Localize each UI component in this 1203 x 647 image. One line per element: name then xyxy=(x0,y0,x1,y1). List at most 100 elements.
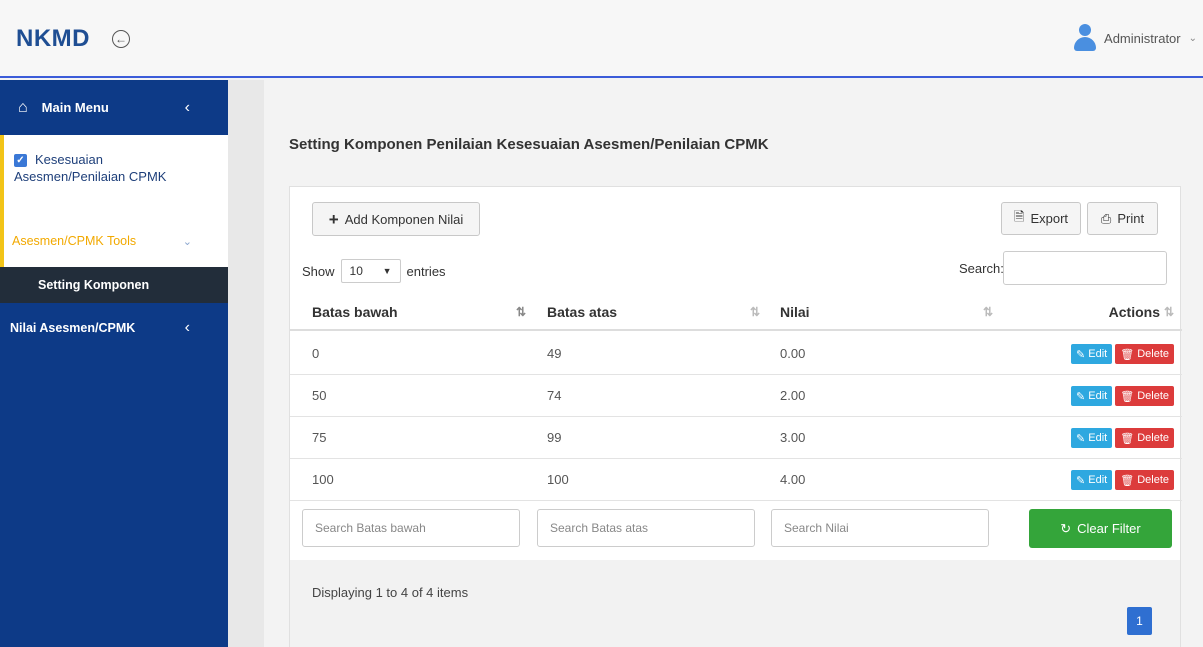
cell-nilai: 4.00 xyxy=(780,472,806,487)
sidebar-subitem-setting-komponen[interactable]: Setting Komponen xyxy=(0,267,228,303)
table-header: Batas bawah ⇅ Batas atas ⇅ Nilai ⇅ Actio… xyxy=(290,295,1182,331)
cell-batas-bawah: 100 xyxy=(312,472,334,487)
cell-batas-atas: 99 xyxy=(547,430,562,445)
cell-nilai: 0.00 xyxy=(780,346,806,361)
search-label: Search: xyxy=(959,261,1004,276)
user-menu[interactable]: Administrator ⌄ xyxy=(1074,24,1197,52)
page-size-select[interactable]: 10 ▼ xyxy=(340,259,401,283)
export-button[interactable]: 🗎 Export xyxy=(1001,202,1081,235)
plus-icon: + xyxy=(328,209,339,229)
edit-button[interactable]: ✎ Edit xyxy=(1071,428,1113,448)
trash-icon: 🗑 xyxy=(1120,348,1135,361)
page-size-control: Show 10 ▼ entries xyxy=(302,259,446,283)
sidebar-item-label-line2: Asesmen/Penilaian CPMK xyxy=(14,169,167,184)
table-card: + Add Komponen Nilai 🗎 Export ⎙ Print Sh… xyxy=(289,186,1182,647)
column-header-batas-atas[interactable]: Batas atas xyxy=(547,295,617,329)
sort-icon[interactable]: ⇅ xyxy=(1164,305,1174,319)
cell-batas-atas: 49 xyxy=(547,346,562,361)
sidebar-item-label-line1: Kesesuaian xyxy=(35,152,103,167)
user-name: Administrator xyxy=(1104,30,1181,46)
print-button[interactable]: ⎙ Print xyxy=(1087,202,1158,235)
trash-icon: 🗑 xyxy=(1120,474,1135,487)
filter-nilai-input[interactable]: Search Nilai xyxy=(771,509,989,547)
search-input[interactable] xyxy=(1003,251,1167,285)
cell-batas-atas: 100 xyxy=(547,472,569,487)
sort-icon[interactable]: ⇅ xyxy=(750,305,760,319)
filter-batas-atas-input[interactable]: Search Batas atas xyxy=(537,509,755,547)
entries-label: entries xyxy=(406,263,446,279)
page-size-value: 10 xyxy=(349,264,363,278)
column-header-actions[interactable]: Actions xyxy=(1109,295,1160,329)
clear-filter-button[interactable]: ↻ Clear Filter xyxy=(1029,509,1172,548)
cell-batas-bawah: 0 xyxy=(312,346,320,361)
delete-label: Delete xyxy=(1137,474,1169,486)
add-komponen-label: Add Komponen Nilai xyxy=(344,211,464,227)
content-gutter xyxy=(228,80,264,647)
sidebar: ⌂ Main Menu ‹ ✓ Kesesuaian Asesmen/Penila… xyxy=(0,80,228,647)
print-icon: ⎙ xyxy=(1100,210,1112,226)
sidebar-item-label: Nilai Asesmen/CPMK xyxy=(10,321,136,335)
sidebar-toggle-icon[interactable]: ← xyxy=(112,30,130,48)
chevron-down-icon: ⌄ xyxy=(182,236,192,248)
table-footer xyxy=(290,560,1180,647)
column-header-nilai[interactable]: Nilai xyxy=(780,295,810,329)
sidebar-item-main-menu[interactable]: ⌂ Main Menu ‹ xyxy=(0,80,228,135)
avatar-icon xyxy=(1074,24,1097,52)
edit-label: Edit xyxy=(1088,348,1108,360)
sidebar-item-tools[interactable]: Asesmen/CPMK Tools ⌄ xyxy=(0,215,228,267)
delete-button[interactable]: 🗑 Delete xyxy=(1115,386,1174,406)
checkbox-icon: ✓ xyxy=(14,154,27,168)
pencil-icon: ✎ xyxy=(1076,348,1086,361)
sort-icon[interactable]: ⇅ xyxy=(983,305,993,319)
sidebar-item-kesesuaian[interactable]: ✓ Kesesuaian Asesmen/Penilaian CPMK xyxy=(0,135,228,215)
table-row: 75 99 3.00 ✎ Edit 🗑 Delete xyxy=(290,417,1182,459)
table-row: 50 74 2.00 ✎ Edit 🗑 Delete xyxy=(290,375,1182,417)
delete-button[interactable]: 🗑 Delete xyxy=(1115,428,1174,448)
export-icon: 🗎 xyxy=(1013,208,1025,224)
pencil-icon: ✎ xyxy=(1076,474,1086,487)
sort-asc-icon[interactable]: ⇅ xyxy=(516,305,526,319)
dropdown-arrow-icon: ▼ xyxy=(382,266,392,276)
sidebar-item-label: Asesmen/CPMK Tools xyxy=(12,234,137,248)
pagination-page-1[interactable]: 1 xyxy=(1127,607,1152,635)
pencil-icon: ✎ xyxy=(1076,432,1086,445)
brand-logo[interactable]: NKMD xyxy=(16,25,90,53)
edit-button[interactable]: ✎ Edit xyxy=(1071,470,1113,490)
add-komponen-button[interactable]: + Add Komponen Nilai xyxy=(312,202,480,236)
sidebar-item-label: Main Menu xyxy=(41,100,109,115)
row-actions: ✎ Edit 🗑 Delete xyxy=(1071,386,1174,406)
edit-button[interactable]: ✎ Edit xyxy=(1071,344,1113,364)
edit-label: Edit xyxy=(1088,432,1108,444)
filter-batas-bawah-input[interactable]: Search Batas bawah xyxy=(302,509,520,547)
refresh-icon: ↻ xyxy=(1060,520,1072,536)
chevron-down-icon: ⌄ xyxy=(1188,32,1197,44)
sidebar-item-nilai[interactable]: Nilai Asesmen/CPMK ‹ xyxy=(0,303,228,353)
page-title: Setting Komponen Penilaian Kesesuaian As… xyxy=(289,136,769,153)
table-row: 100 100 4.00 ✎ Edit 🗑 Delete xyxy=(290,459,1182,501)
delete-button[interactable]: 🗑 Delete xyxy=(1115,344,1174,364)
edit-button[interactable]: ✎ Edit xyxy=(1071,386,1113,406)
chevron-left-icon: ‹ xyxy=(184,319,190,336)
cell-nilai: 2.00 xyxy=(780,388,806,403)
brand-area: NKMD ← xyxy=(0,0,228,78)
trash-icon: 🗑 xyxy=(1120,432,1135,445)
edit-label: Edit xyxy=(1088,390,1108,402)
trash-icon: 🗑 xyxy=(1120,390,1135,403)
clear-filter-label: Clear Filter xyxy=(1077,521,1141,536)
cell-batas-atas: 74 xyxy=(547,388,562,403)
display-info: Displaying 1 to 4 of 4 items xyxy=(312,585,469,600)
sidebar-item-label: Setting Komponen xyxy=(38,278,150,292)
cell-batas-bawah: 50 xyxy=(312,388,327,403)
delete-label: Delete xyxy=(1137,432,1169,444)
pencil-icon: ✎ xyxy=(1076,390,1086,403)
delete-label: Delete xyxy=(1137,390,1169,402)
delete-button[interactable]: 🗑 Delete xyxy=(1115,470,1174,490)
column-header-batas-bawah[interactable]: Batas bawah xyxy=(312,295,398,329)
top-bar: NKMD ← Administrator ⌄ xyxy=(0,0,1203,78)
delete-label: Delete xyxy=(1137,348,1169,360)
edit-label: Edit xyxy=(1088,474,1108,486)
cell-batas-bawah: 75 xyxy=(312,430,327,445)
show-label: Show xyxy=(302,263,335,279)
row-actions: ✎ Edit 🗑 Delete xyxy=(1071,428,1174,448)
cell-nilai: 3.00 xyxy=(780,430,806,445)
